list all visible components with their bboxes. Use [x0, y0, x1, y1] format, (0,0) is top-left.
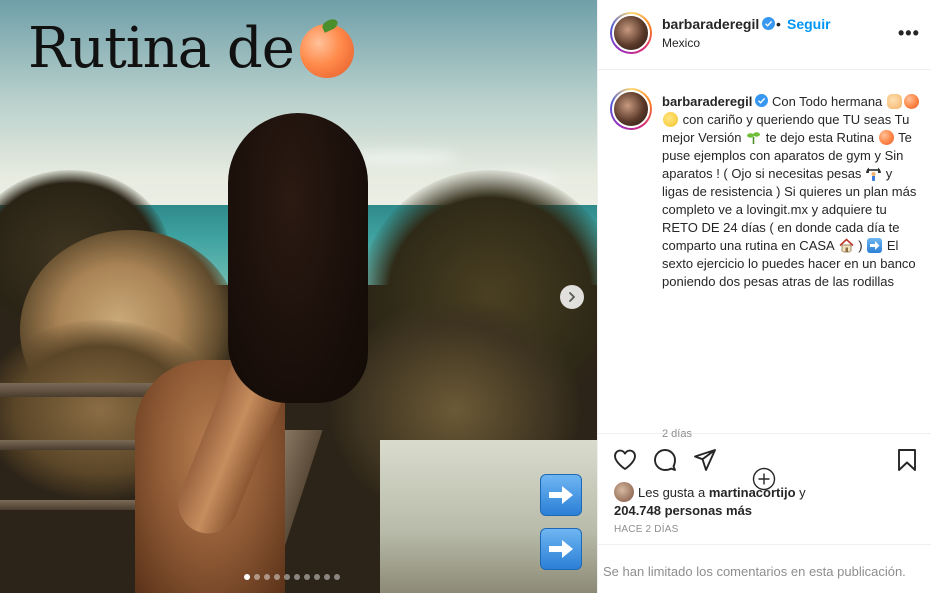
comments-area: barbaraderegil Con Todo hermana con cari… [598, 70, 931, 491]
peach-emoji-icon [878, 130, 894, 145]
likes-prefix: Les gusta a [638, 485, 706, 500]
right-arrow-emoji-icon [540, 474, 582, 516]
carousel-dot [294, 574, 300, 580]
post-media[interactable]: Rutina de [0, 0, 597, 593]
likes-count[interactable]: 204.748 personas más [614, 503, 752, 518]
carousel-dot [314, 574, 320, 580]
peach-icon [300, 24, 354, 78]
more-options-icon[interactable]: ••• [898, 24, 920, 42]
header-separator: • [776, 16, 781, 32]
media-railing [0, 500, 150, 510]
carousel-dot [274, 574, 280, 580]
carousel-dot [334, 574, 340, 580]
house-emoji-icon [839, 238, 854, 253]
likes-conjunction: y [799, 485, 806, 500]
grinning-emoji-icon [663, 112, 678, 127]
caption-text: ) [858, 238, 863, 253]
likes-summary: Les gusta a martinacortijo y 204.748 per… [614, 482, 924, 520]
comments-limited-text: Se han limitado los comentarios en esta … [603, 564, 906, 579]
carousel-dot [264, 574, 270, 580]
seedling-emoji-icon [747, 132, 761, 144]
carousel-dot [284, 574, 290, 580]
avatar[interactable] [610, 12, 652, 54]
post-caption: barbaraderegil Con Todo hermana con cari… [662, 93, 920, 291]
right-arrow-emoji-icon [540, 528, 582, 570]
avatar[interactable] [614, 482, 634, 502]
caption-text: Con Todo hermana [771, 94, 883, 109]
comment-icon[interactable] [652, 447, 678, 473]
post-location[interactable]: Mexico [662, 36, 700, 50]
media-beach [380, 440, 597, 593]
carousel-dot [324, 574, 330, 580]
comments-limited-notice: Se han limitado los comentarios en esta … [598, 544, 931, 593]
carousel-dot [304, 574, 310, 580]
chevron-right-icon [569, 292, 575, 302]
post-actions [598, 437, 931, 481]
carousel-next-button[interactable] [560, 285, 584, 309]
media-overlay-title: Rutina de [28, 16, 295, 81]
bookmark-icon[interactable] [894, 447, 920, 473]
follow-button[interactable]: Seguir [787, 16, 831, 32]
right-arrow-emoji-icon [867, 238, 883, 253]
avatar[interactable] [610, 88, 652, 130]
weight-lifter-emoji-icon [866, 167, 882, 181]
post-header: barbaraderegil • Seguir Mexico ••• [598, 0, 931, 70]
liker-username[interactable]: martinacortijo [709, 485, 796, 500]
media-person-hair [228, 113, 368, 403]
carousel-dot [254, 574, 260, 580]
heart-icon[interactable] [612, 447, 638, 473]
media-railing [0, 440, 150, 450]
author-username[interactable]: barbaraderegil [662, 16, 776, 32]
fist-emoji-icon [886, 94, 902, 109]
caption-username[interactable]: barbaraderegil [662, 94, 752, 109]
post-sidebar: barbaraderegil • Seguir Mexico ••• barba… [597, 0, 931, 593]
share-icon[interactable] [692, 447, 718, 473]
carousel-dots [244, 574, 340, 580]
carousel-dot [244, 574, 250, 580]
peach-emoji-icon [903, 94, 919, 109]
verified-badge-icon [762, 17, 776, 30]
caption-text: te dejo esta Rutina [765, 130, 875, 145]
verified-badge-icon [755, 94, 769, 107]
posted-time[interactable]: HACE 2 DÍAS [614, 524, 678, 535]
